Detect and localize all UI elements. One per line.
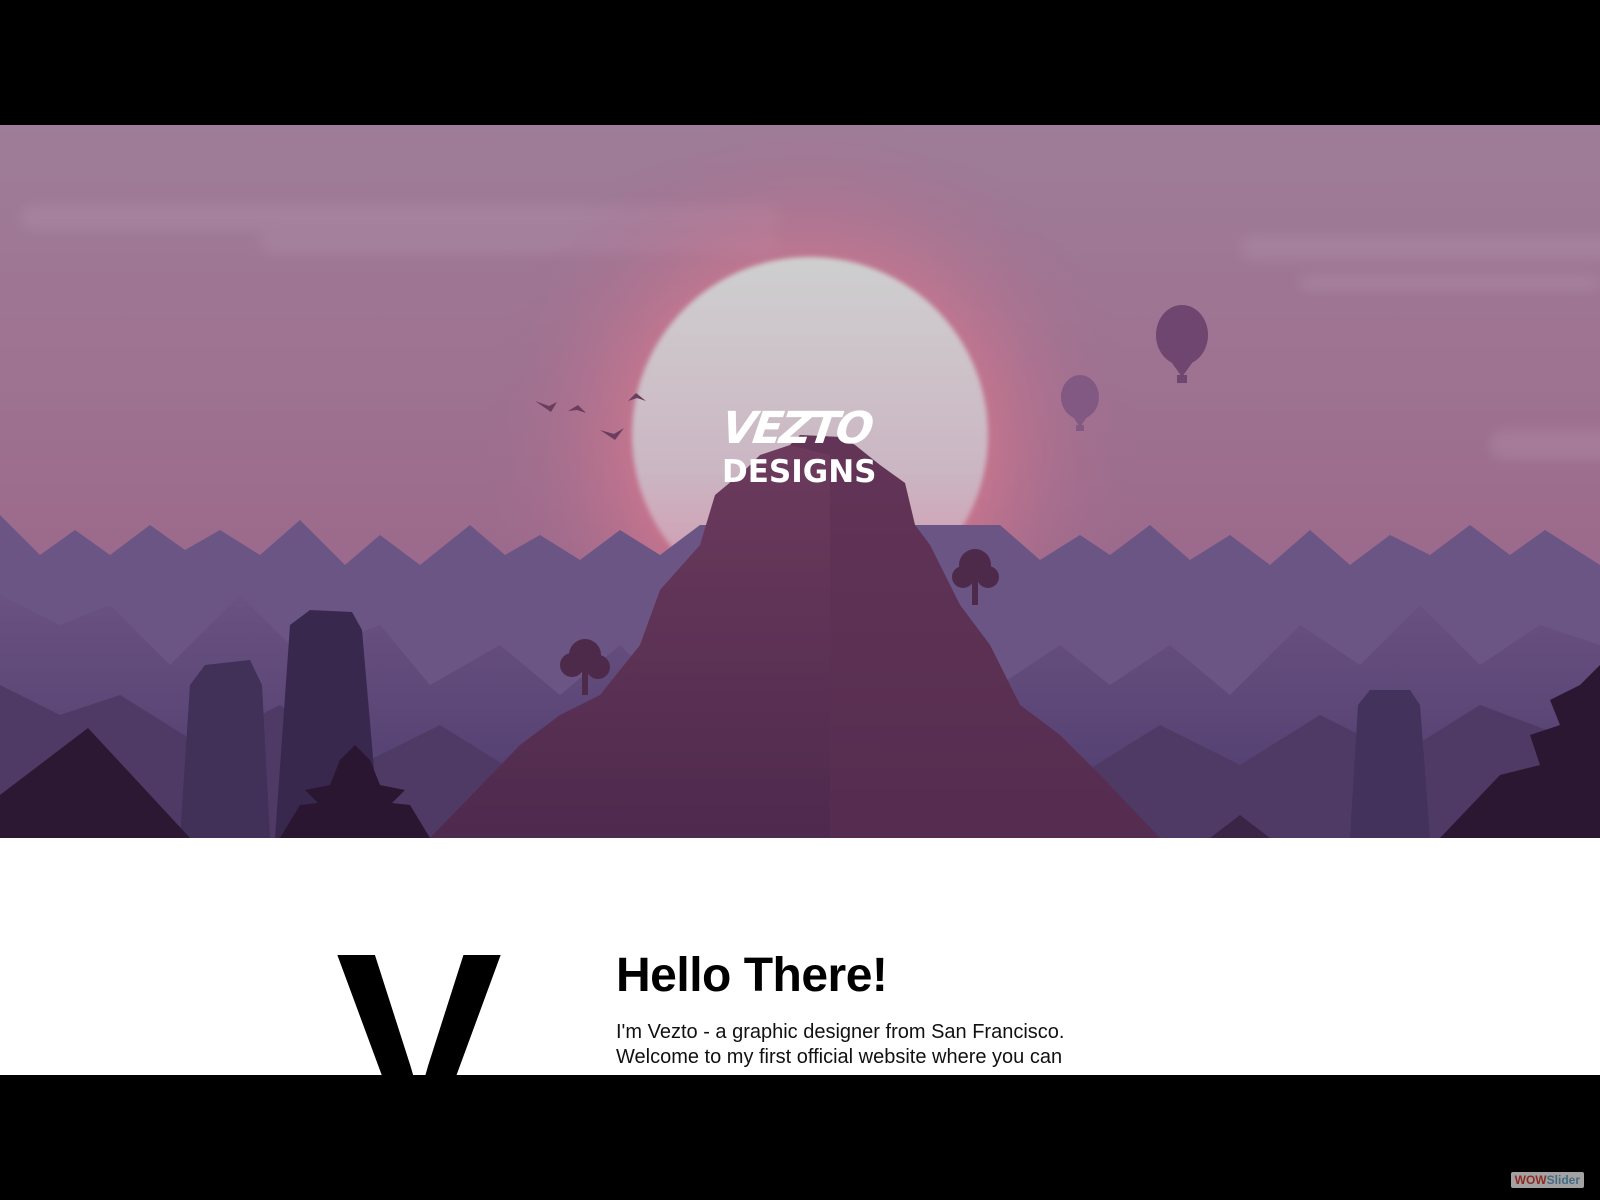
about-intro-line-2: Welcome to my first official website whe… <box>616 1046 1063 1068</box>
big-v-monogram: V <box>336 901 503 1075</box>
wowslider-badge-link[interactable]: WOWSlider <box>1510 1172 1584 1188</box>
logo-wordmark: VEZTO <box>718 403 875 454</box>
bottom-letterbox <box>0 1075 1600 1200</box>
wowslider-badge-slider: Slider <box>1546 1173 1580 1187</box>
logo-subtitle: DESIGNS <box>722 454 877 490</box>
wowslider-badge-wow: WOW <box>1514 1173 1547 1187</box>
about-intro-line-1: I'm Vezto - a graphic designer from San … <box>616 1021 1065 1043</box>
about-title: Hello There! <box>616 949 888 1002</box>
svg-text:V: V <box>336 901 503 1075</box>
about-intro: I'm Vezto - a graphic designer from San … <box>616 1020 1136 1070</box>
hero-logo[interactable]: VEZTO DESIGNS <box>718 403 882 490</box>
about-section: V Hello There! I'm Vezto - a graphic des… <box>0 838 1600 1075</box>
hero-slider[interactable]: VEZTO DESIGNS <box>0 125 1600 838</box>
page: VEZTO DESIGNS V Hello There! I'm Vezto -… <box>0 0 1600 1200</box>
top-letterbox <box>0 0 1600 125</box>
